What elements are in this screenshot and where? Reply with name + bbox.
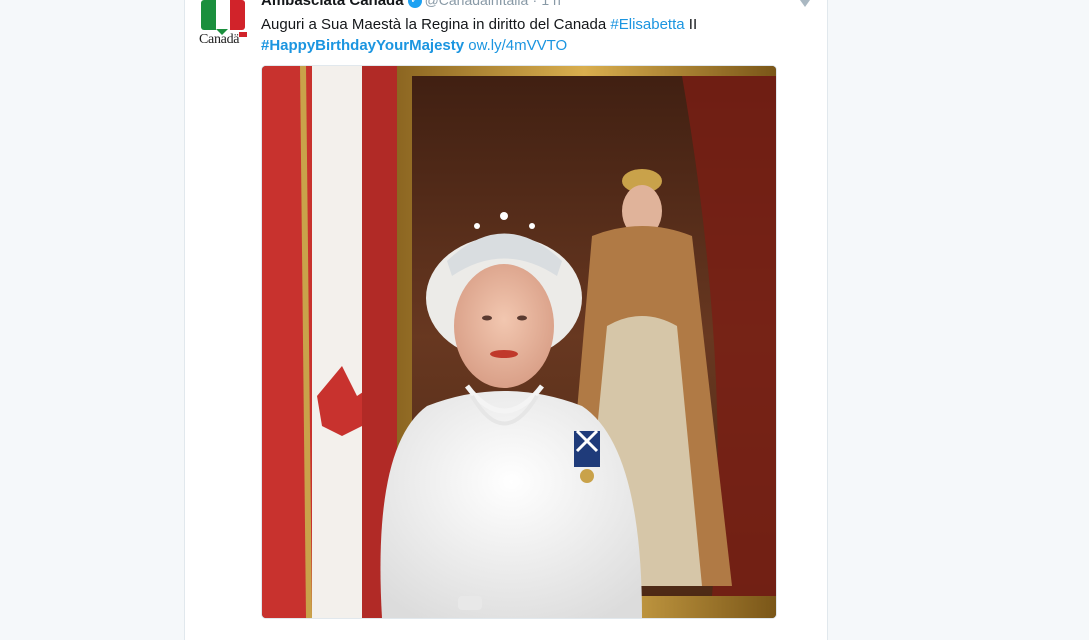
italy-flag-icon [201,0,245,30]
tweet-link[interactable]: ow.ly/4mVVTO [468,37,567,54]
tweet-text-part2: II [684,16,698,33]
author-name[interactable]: Ambasciata Canada [261,0,404,9]
avatar[interactable]: Canadä [198,0,250,50]
hashtag-happybirthday[interactable]: #HappyBirthdayYourMajesty [261,37,464,54]
canada-wordmark: Canadä [199,32,240,47]
tweet-timestamp[interactable]: 1 h [541,0,560,8]
canada-flag-icon [239,32,247,37]
separator: · [532,0,538,8]
tweet-photo[interactable] [261,65,777,619]
verified-badge-icon: ✓ [407,0,422,9]
tweet-text-part1: Auguri a Sua Maestà la Regina in diritto… [261,16,611,33]
tweet-header: Ambasciata Canada ✓ @CanadainItalia · 1 h [261,0,561,9]
chevron-down-icon[interactable] [800,0,810,7]
author-handle[interactable]: @CanadainItalia [425,0,529,8]
tweet-text: Auguri a Sua Maestà la Regina in diritto… [261,14,781,56]
hashtag-elisabetta[interactable]: #Elisabetta [610,16,684,33]
